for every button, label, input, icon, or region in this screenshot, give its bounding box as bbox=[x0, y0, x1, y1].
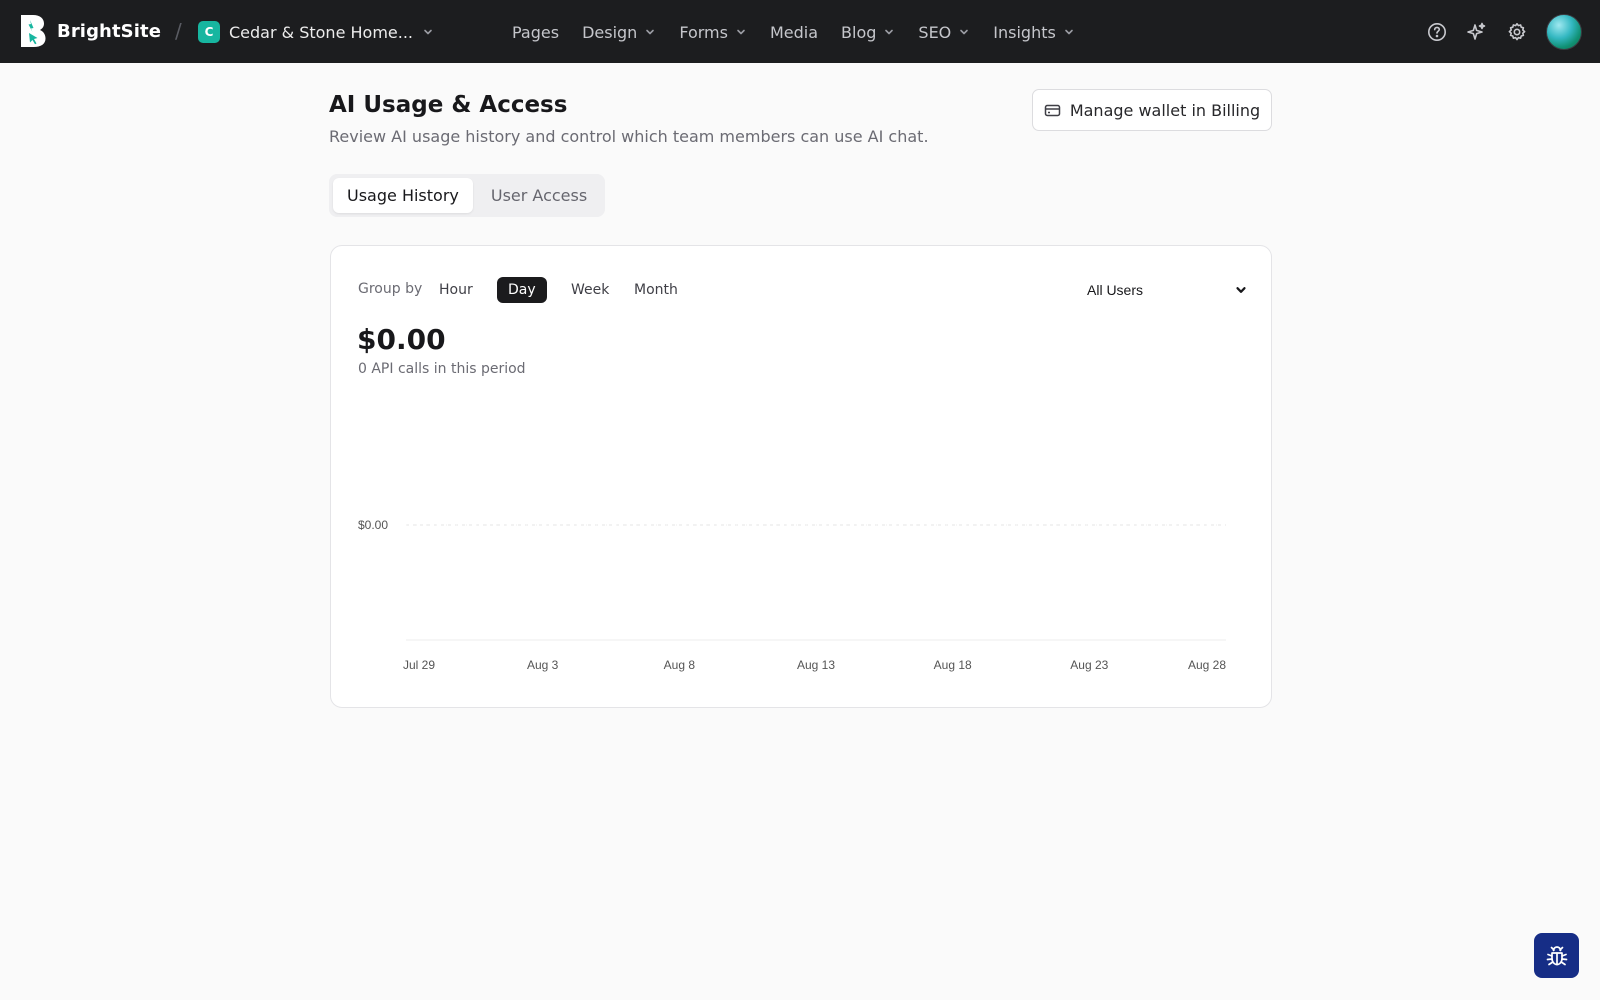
group-by-month[interactable]: Month bbox=[623, 277, 689, 303]
usage-total: $0.00 bbox=[357, 323, 446, 356]
usage-chart: $0.00 Jul 29 Aug 3 Aug 8 Aug 13 Aug 18 Aug 23 A… bbox=[358, 518, 1226, 672]
group-by-week[interactable]: Week bbox=[560, 277, 620, 303]
site-badge: C bbox=[198, 21, 220, 43]
nav-item-insights[interactable]: Insights bbox=[993, 23, 1075, 42]
bug-icon bbox=[1546, 945, 1567, 965]
help-icon bbox=[1428, 23, 1446, 41]
group-by-day[interactable]: Day bbox=[497, 277, 547, 303]
nav-item-media[interactable]: Media bbox=[770, 23, 818, 42]
page-subtitle: Review AI usage history and control whic… bbox=[329, 127, 929, 146]
x-tick-label: Aug 13 bbox=[797, 658, 835, 672]
manage-wallet-label: Manage wallet in Billing bbox=[1069, 100, 1261, 120]
brand-name: BrightSite bbox=[57, 20, 162, 42]
view-tabs: Usage History User Access bbox=[329, 174, 606, 217]
user-avatar[interactable] bbox=[1546, 14, 1582, 50]
nav-item-label: SEO bbox=[918, 22, 952, 42]
page-title: AI Usage & Access bbox=[329, 92, 568, 118]
chevron-down-icon bbox=[960, 29, 969, 35]
report-bug-button[interactable] bbox=[1534, 933, 1579, 978]
chevron-down-icon bbox=[424, 29, 432, 35]
main-nav: Pages Design Forms Media Blog SEO Insights bbox=[512, 19, 1098, 45]
sparkles-icon bbox=[1467, 22, 1486, 40]
tab-usage-history[interactable]: Usage History bbox=[333, 178, 473, 213]
nav-item-design[interactable]: Design bbox=[582, 23, 656, 42]
y-tick-label: $0.00 bbox=[358, 518, 388, 532]
tab-user-access[interactable]: User Access bbox=[477, 178, 601, 213]
x-tick-label: Aug 3 bbox=[527, 658, 559, 672]
credit-card-icon bbox=[1044, 104, 1061, 116]
brightsite-logo-icon bbox=[21, 15, 46, 47]
site-name: Cedar & Stone Home... bbox=[229, 22, 413, 42]
nav-item-forms[interactable]: Forms bbox=[679, 23, 747, 42]
chevron-down-icon bbox=[1065, 29, 1073, 35]
chevron-down-icon bbox=[737, 29, 745, 35]
x-tick-label: Jul 29 bbox=[403, 658, 435, 672]
nav-item-label: Insights bbox=[993, 22, 1056, 42]
user-filter-value: All Users bbox=[1087, 282, 1144, 298]
x-tick-label: Aug 23 bbox=[1070, 658, 1108, 672]
x-tick-label: Aug 8 bbox=[664, 658, 696, 672]
x-tick-label: Aug 28 bbox=[1188, 658, 1226, 672]
chevron-down-icon bbox=[646, 29, 655, 35]
api-calls-summary: 0 API calls in this period bbox=[358, 361, 526, 377]
top-navigation-bar: BrightSite / C Cedar & Stone Home... Pag… bbox=[0, 0, 1600, 63]
usage-history-card: $0.00 Jul 29 Aug 3 Aug 8 Aug 13 Aug 18 Aug 23 A… bbox=[330, 245, 1272, 708]
settings-button[interactable] bbox=[1506, 21, 1528, 43]
group-by-label: Group by bbox=[358, 281, 423, 297]
ai-assistant-button[interactable] bbox=[1466, 21, 1488, 43]
nav-item-blog[interactable]: Blog bbox=[841, 23, 895, 42]
top-actions bbox=[1426, 14, 1582, 50]
nav-item-label: Pages bbox=[512, 22, 560, 42]
site-switcher[interactable]: C Cedar & Stone Home... bbox=[198, 20, 434, 44]
help-button[interactable] bbox=[1426, 21, 1448, 43]
chevron-down-icon bbox=[885, 29, 894, 35]
nav-item-label: Forms bbox=[679, 22, 728, 42]
nav-item-label: Media bbox=[769, 22, 819, 42]
breadcrumb-separator: / bbox=[175, 19, 182, 43]
nav-item-pages[interactable]: Pages bbox=[512, 23, 559, 42]
brand-home-link[interactable]: BrightSite bbox=[20, 14, 161, 48]
manage-wallet-button[interactable]: Manage wallet in Billing bbox=[1032, 89, 1272, 131]
nav-item-label: Blog bbox=[841, 22, 877, 42]
chevron-down-icon bbox=[1236, 287, 1246, 293]
group-by-hour[interactable]: Hour bbox=[428, 277, 484, 303]
nav-item-label: Design bbox=[582, 22, 638, 42]
user-filter-select[interactable]: All Users bbox=[1087, 277, 1247, 303]
nav-item-seo[interactable]: SEO bbox=[918, 23, 970, 42]
gear-icon bbox=[1508, 23, 1526, 41]
x-tick-label: Aug 18 bbox=[934, 658, 972, 672]
